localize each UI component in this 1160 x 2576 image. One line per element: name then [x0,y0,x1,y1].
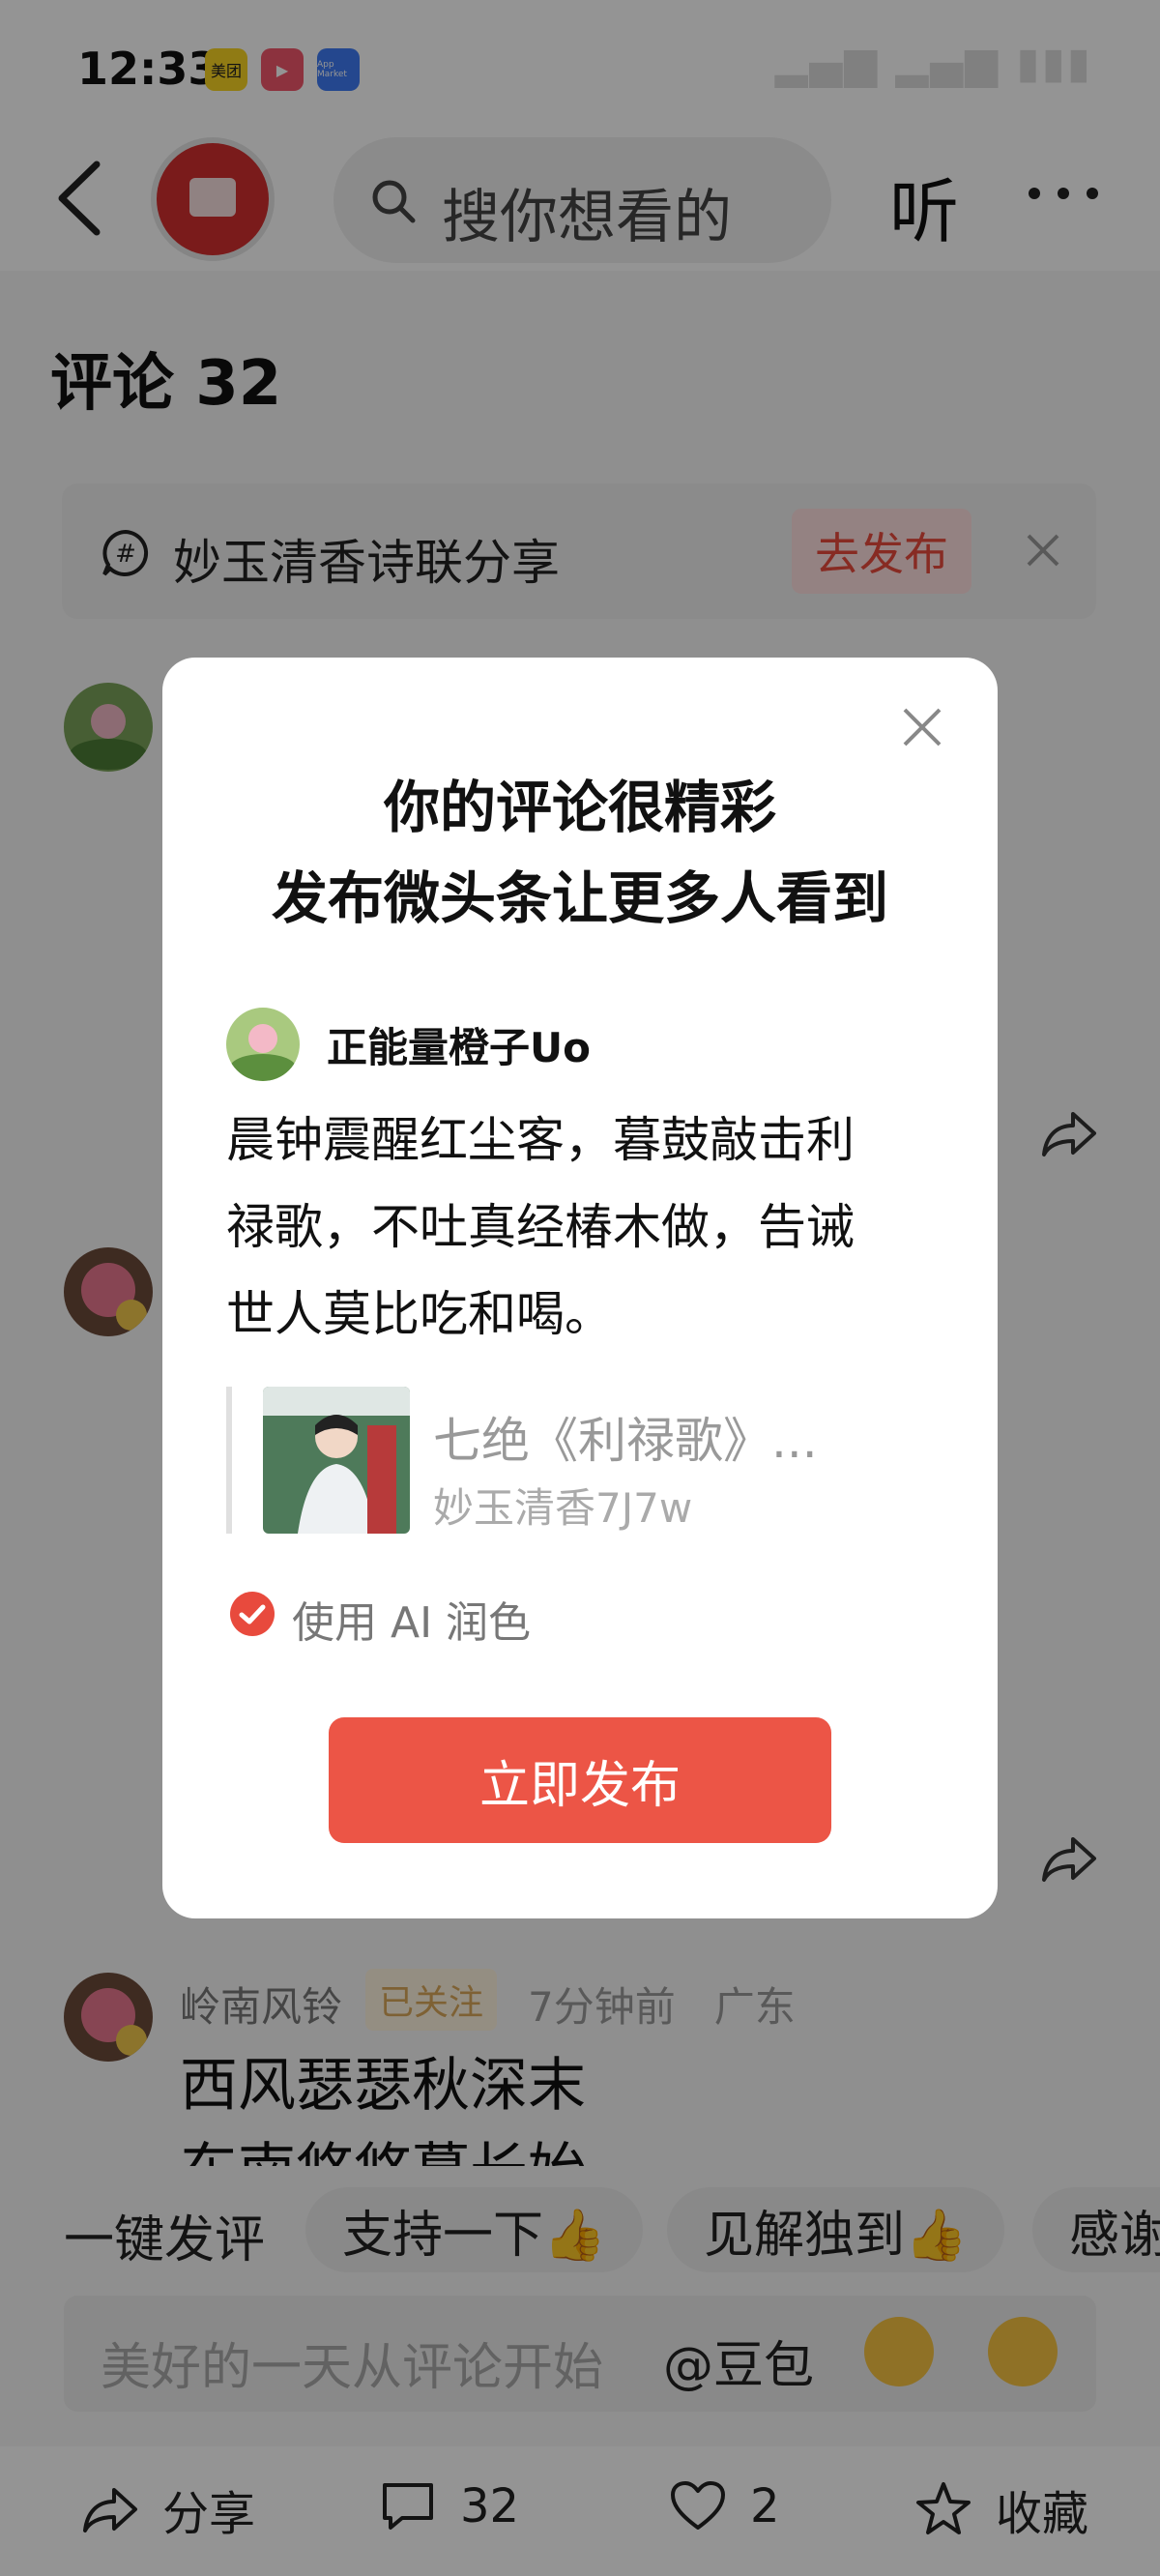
dialog-comment-line: 世人莫比吃和喝。 [226,1286,613,1342]
article-thumbnail [263,1387,410,1534]
ai-polish-checkbox[interactable] [230,1592,275,1636]
dialog-subtitle: 发布微头条让更多人看到 [271,865,888,931]
close-icon[interactable] [901,706,943,748]
article-title: 七绝《利禄歌》... [433,1413,818,1469]
ai-polish-label[interactable]: 使用 AI 润色 [292,1588,531,1650]
checkmark-icon [239,1604,266,1625]
dialog-comment-line: 禄歌，不吐真经椿木做，告诫 [226,1199,855,1255]
publish-now-button[interactable]: 立即发布 [329,1717,831,1843]
article-thumbnail-image [263,1387,410,1534]
article-author: 妙玉清香7J7w [433,1484,693,1532]
avatar [226,1008,300,1081]
article-card[interactable]: 七绝《利禄歌》... 妙玉清香7J7w [226,1387,909,1534]
dialog-username: 正能量橙子Uo [327,1024,591,1071]
dialog-title: 你的评论很精彩 [383,775,776,840]
publish-post-dialog: 你的评论很精彩 发布微头条让更多人看到 正能量橙子Uo 晨钟震醒红尘客，暮鼓敲击… [162,658,998,1918]
lotus-avatar-icon [226,1008,300,1081]
dialog-comment-line: 晨钟震醒红尘客，暮鼓敲击利 [226,1112,855,1168]
